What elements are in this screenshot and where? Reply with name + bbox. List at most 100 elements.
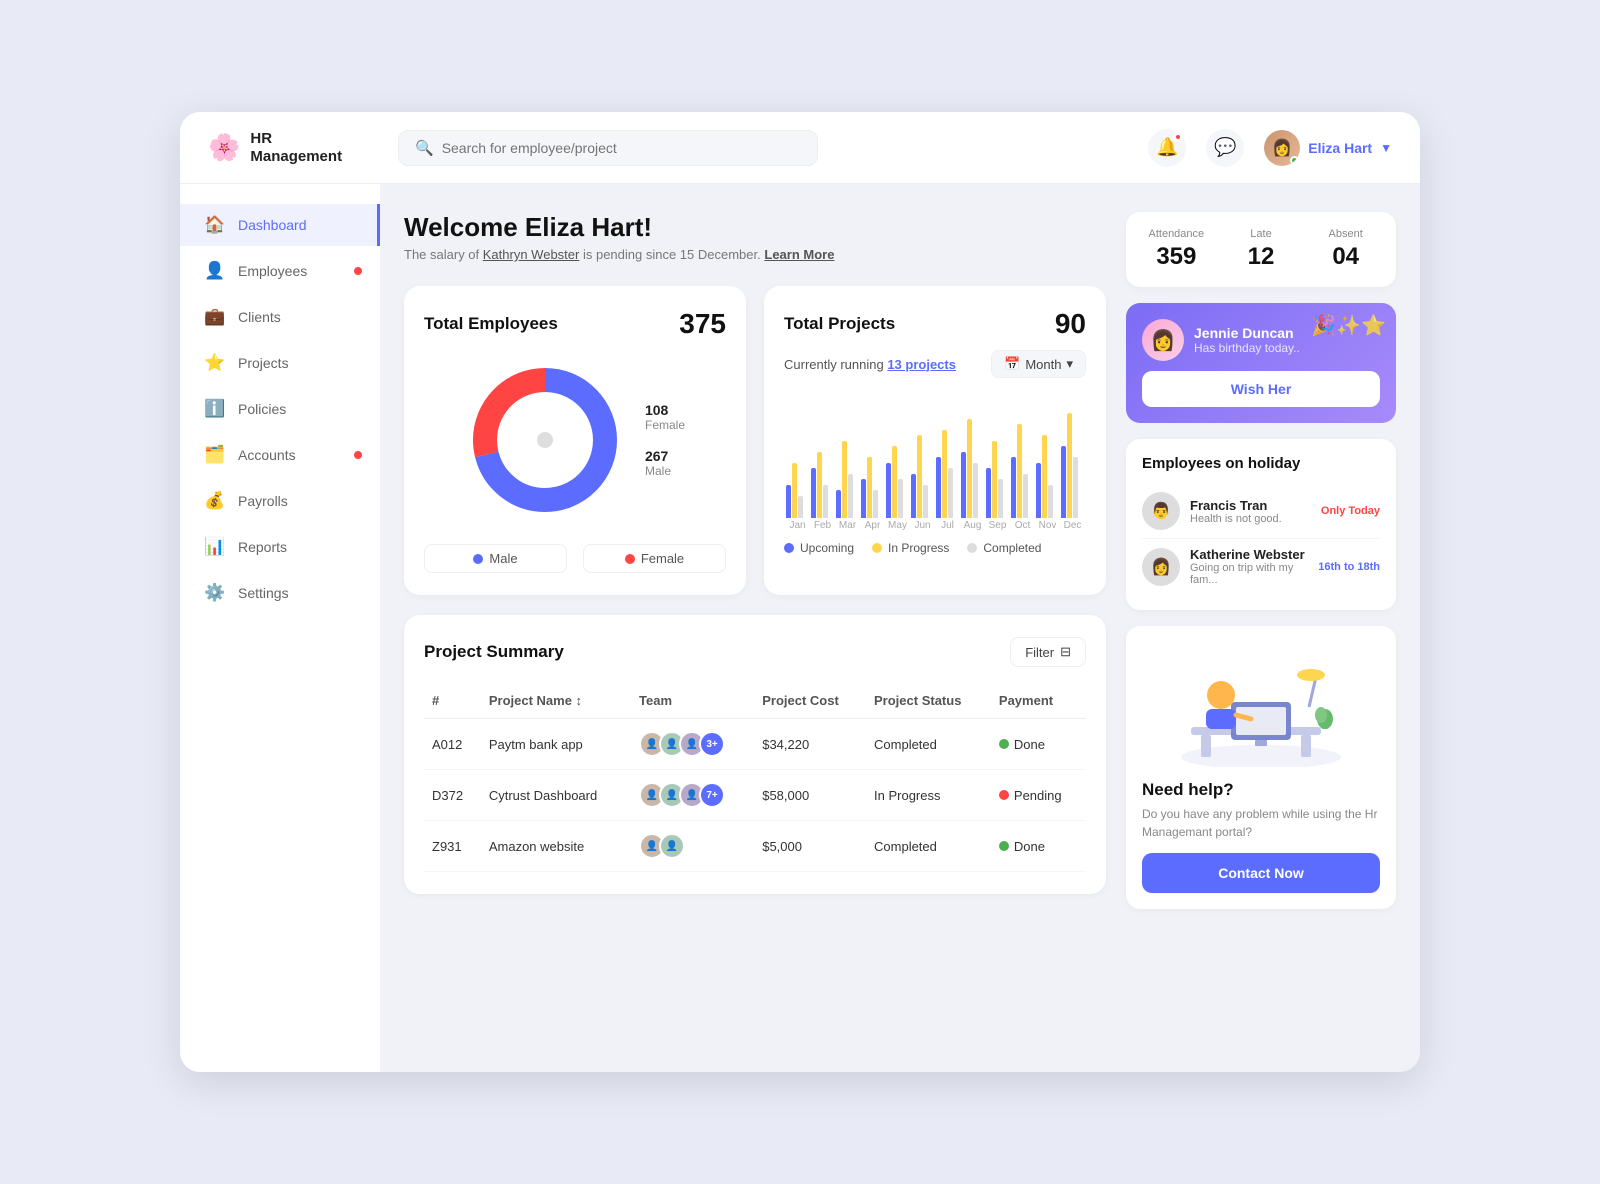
logo-text: HR Management <box>250 130 342 166</box>
reports-nav-icon: 📊 <box>204 537 226 557</box>
help-title: Need help? <box>1142 780 1234 800</box>
table-column-header: Payment <box>991 683 1086 719</box>
holiday-card: Employees on holiday 👨 Francis Tran Heal… <box>1126 439 1396 610</box>
bar-upcoming <box>911 474 916 518</box>
team-more: 3+ <box>699 731 725 757</box>
running-link[interactable]: 13 projects <box>887 357 956 372</box>
bar-inprogress <box>842 441 847 518</box>
team-avatar: 👤 <box>659 833 685 859</box>
topbar: 🌸 HR Management 🔍 🔔 💬 👩 Eliza Hart <box>180 112 1420 184</box>
bar-completed <box>898 479 903 518</box>
bar-completed <box>1073 457 1078 518</box>
employees-count: 375 <box>679 308 726 340</box>
bar-group <box>961 419 984 518</box>
inprogress-dot <box>872 543 882 553</box>
project-status: Completed <box>866 821 991 872</box>
bar-group <box>786 463 809 518</box>
holiday-avatar: 👨 <box>1142 492 1180 530</box>
sidebar-label-employees: Employees <box>238 263 307 279</box>
search-input[interactable] <box>442 140 801 156</box>
running-text: Currently running 13 projects <box>784 357 956 372</box>
bar-upcoming <box>836 490 841 518</box>
sidebar-item-projects[interactable]: ⭐ Projects <box>180 342 380 384</box>
bar-completed <box>823 485 828 518</box>
sidebar-item-policies[interactable]: ℹ️ Policies <box>180 388 380 430</box>
search-bar: 🔍 <box>398 130 818 166</box>
stat-late: Late 12 <box>1223 228 1300 271</box>
legend-male: Male <box>424 544 567 573</box>
bar-month-label: Aug <box>961 520 984 531</box>
card-header: Total Employees 375 <box>424 308 726 340</box>
female-dot <box>625 554 635 564</box>
help-svg <box>1161 647 1361 767</box>
main-layout: 🏠 Dashboard 👤 Employees 💼 Clients ⭐ Proj… <box>180 184 1420 1072</box>
bar-month-label: Dec <box>1061 520 1084 531</box>
project-status: In Progress <box>866 770 991 821</box>
month-button[interactable]: 📅 Month ▾ <box>991 350 1086 378</box>
bar-group <box>1011 424 1034 518</box>
logo-area: 🌸 HR Management <box>208 130 378 166</box>
project-summary-card: Project Summary Filter ⊟ #Project Name ↕… <box>404 615 1106 894</box>
stat-attendance: Attendance 359 <box>1138 228 1215 271</box>
cards-row: Total Employees 375 <box>404 286 1106 595</box>
employee-link[interactable]: Kathryn Webster <box>483 247 580 262</box>
sidebar-item-accounts[interactable]: 🗂️ Accounts <box>180 434 380 476</box>
stats-row: Attendance 359 Late 12 Absent 04 <box>1126 212 1396 287</box>
content-left: Welcome Eliza Hart! The salary of Kathry… <box>404 212 1106 1044</box>
bar-chart-subheader: Currently running 13 projects 📅 Month ▾ <box>784 350 1086 378</box>
project-cost: $34,220 <box>754 719 866 770</box>
bar-completed <box>1023 474 1028 518</box>
sidebar-item-reports[interactable]: 📊 Reports <box>180 526 380 568</box>
bar-month-label: Mar <box>836 520 859 531</box>
bar-completed <box>1048 485 1053 518</box>
bar-inprogress <box>1067 413 1072 518</box>
payrolls-nav-icon: 💰 <box>204 491 226 511</box>
sidebar-item-payrolls[interactable]: 💰 Payrolls <box>180 480 380 522</box>
holiday-item: 👩 Katherine Webster Going on trip with m… <box>1142 539 1380 594</box>
project-payment: Pending <box>991 770 1086 821</box>
bar-month-label: Oct <box>1011 520 1034 531</box>
filter-button[interactable]: Filter ⊟ <box>1010 637 1086 667</box>
table-column-header: Project Status <box>866 683 991 719</box>
wish-button[interactable]: Wish Her <box>1142 371 1380 407</box>
sidebar-label-payrolls: Payrolls <box>238 493 288 509</box>
sidebar-item-clients[interactable]: 💼 Clients <box>180 296 380 338</box>
bar-completed <box>948 468 953 518</box>
late-label: Late <box>1223 228 1300 240</box>
user-profile[interactable]: 👩 Eliza Hart ▼ <box>1264 130 1392 166</box>
contact-button[interactable]: Contact Now <box>1142 853 1380 893</box>
bar-upcoming <box>886 463 891 518</box>
sidebar-label-clients: Clients <box>238 309 281 325</box>
bar-inprogress <box>1017 424 1022 518</box>
team-more: 7+ <box>699 782 725 808</box>
bar-inprogress <box>1042 435 1047 518</box>
notification-badge <box>1174 133 1182 141</box>
bar-month-label: Jan <box>786 520 809 531</box>
bar-upcoming <box>861 479 866 518</box>
female-label: Female <box>645 418 685 432</box>
settings-nav-icon: ⚙️ <box>204 583 226 603</box>
bar-upcoming <box>936 457 941 518</box>
user-name: Eliza Hart <box>1308 140 1372 156</box>
sidebar-item-employees[interactable]: 👤 Employees <box>180 250 380 292</box>
sidebar-item-dashboard[interactable]: 🏠 Dashboard <box>180 204 380 246</box>
bar-inprogress <box>942 430 947 518</box>
summary-header: Project Summary Filter ⊟ <box>424 637 1086 667</box>
notification-button[interactable]: 🔔 <box>1148 129 1186 167</box>
project-table: #Project Name ↕TeamProject CostProject S… <box>424 683 1086 872</box>
donut-svg <box>465 360 625 520</box>
bar-inprogress <box>867 457 872 518</box>
bar-chart-area <box>784 388 1086 518</box>
message-button[interactable]: 💬 <box>1206 129 1244 167</box>
bar-upcoming <box>1036 463 1041 518</box>
bar-group <box>886 446 909 518</box>
sidebar-item-settings[interactable]: ⚙️ Settings <box>180 572 380 614</box>
learn-more-link[interactable]: Learn More <box>764 247 834 262</box>
accounts-nav-icon: 🗂️ <box>204 445 226 465</box>
holiday-desc: Health is not good. <box>1190 513 1311 525</box>
project-status: Completed <box>866 719 991 770</box>
logo-icon: 🌸 <box>208 132 240 163</box>
bar-group <box>1036 435 1059 518</box>
holiday-avatar: 👩 <box>1142 548 1180 586</box>
completed-dot <box>967 543 977 553</box>
